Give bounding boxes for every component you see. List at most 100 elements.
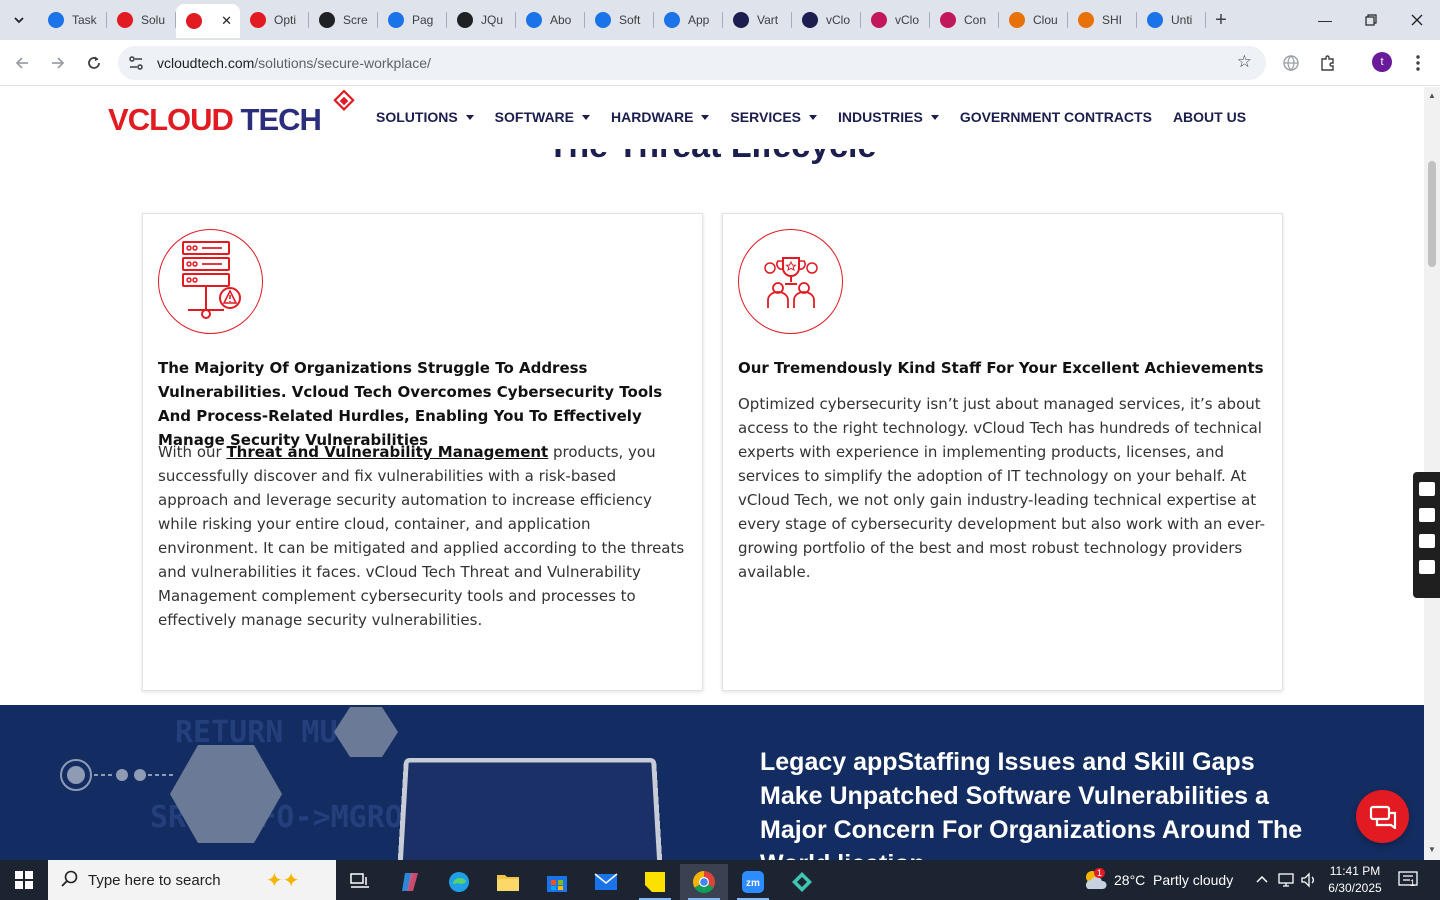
- copilot-app-button[interactable]: [386, 864, 434, 900]
- tab-title: Solu: [141, 13, 166, 27]
- app-diamond-button[interactable]: [778, 864, 826, 900]
- address-bar[interactable]: vcloudtech.com/solutions/secure-workplac…: [118, 46, 1266, 80]
- network-button[interactable]: [1278, 860, 1296, 900]
- zoom-app-button[interactable]: zm: [729, 864, 777, 900]
- minimize-icon: —: [1318, 12, 1332, 28]
- browser-tab[interactable]: Scre: [309, 6, 378, 34]
- sticky-notes-button[interactable]: [631, 864, 679, 900]
- close-window-button[interactable]: [1394, 0, 1440, 40]
- tab-favicon-icon: [664, 12, 680, 28]
- weather-badge: 1: [1094, 868, 1106, 878]
- back-button[interactable]: [9, 50, 35, 76]
- edge-app-button[interactable]: [435, 864, 483, 900]
- threat-vulnerability-management-link[interactable]: Threat and Vulnerability Management: [226, 443, 548, 461]
- browser-menu-button[interactable]: [1405, 50, 1431, 76]
- browser-tab[interactable]: Vart: [723, 6, 792, 34]
- nav-item-services[interactable]: SERVICES: [730, 109, 818, 125]
- translate-button[interactable]: [1278, 50, 1304, 76]
- tab-search-button[interactable]: [6, 8, 32, 32]
- tab-close-icon[interactable]: ✕: [221, 13, 232, 29]
- scroll-up-arrow-icon[interactable]: ▲: [1428, 91, 1436, 100]
- tab-title: Abo: [550, 13, 572, 27]
- restore-button[interactable]: [1348, 0, 1394, 40]
- card-heading: The Majority Of Organizations Struggle T…: [158, 359, 663, 449]
- volume-button[interactable]: [1300, 860, 1318, 900]
- logo-diamond-icon: [333, 89, 355, 112]
- browser-tab[interactable]: JQu: [447, 6, 516, 34]
- browser-tab[interactable]: vClo: [792, 6, 861, 34]
- close-icon: [1411, 14, 1423, 26]
- browser-tab[interactable]: Soft: [585, 6, 654, 34]
- taskbar-search-box[interactable]: Type here to search ✦✦: [48, 860, 336, 900]
- nav-item-label: SERVICES: [730, 109, 802, 125]
- nav-item-government-contracts[interactable]: GOVERNMENT CONTRACTS: [960, 109, 1152, 125]
- system-clock[interactable]: 11:41 PM 6/30/2025: [1320, 863, 1390, 897]
- nav-item-software[interactable]: SOFTWARE: [495, 109, 591, 125]
- site-info-icon[interactable]: [127, 54, 145, 77]
- camera-icon[interactable]: [1418, 482, 1435, 496]
- tab-title: Unti: [1171, 13, 1193, 27]
- browser-tab[interactable]: Con: [930, 6, 999, 34]
- chat-button[interactable]: [1356, 790, 1409, 843]
- tab-title: Scre: [343, 13, 368, 27]
- nav-item-about-us[interactable]: ABOUT US: [1173, 109, 1246, 125]
- extensions-button[interactable]: [1315, 50, 1341, 76]
- tab-favicon-icon: [802, 12, 818, 28]
- start-button[interactable]: [0, 860, 48, 900]
- taskbar-search-placeholder: Type here to search: [88, 871, 221, 889]
- forward-button[interactable]: [45, 50, 71, 76]
- tab-favicon-icon: [388, 12, 404, 28]
- profile-avatar[interactable]: t: [1372, 52, 1392, 72]
- zoom-icon: zm: [742, 871, 764, 893]
- chrome-app-button[interactable]: [680, 864, 728, 900]
- tab-favicon-icon: [457, 12, 473, 28]
- show-hidden-icons-button[interactable]: [1255, 860, 1269, 900]
- weather-widget[interactable]: 1 28°C Partly cloudy: [1082, 860, 1233, 900]
- scrollbar-thumb[interactable]: [1428, 161, 1436, 267]
- logo-cloud: CLOUD: [127, 102, 234, 137]
- browser-tab[interactable]: Solu: [107, 6, 176, 34]
- browser-tab[interactable]: Opti: [240, 6, 309, 34]
- window-icon[interactable]: [1418, 534, 1435, 548]
- tab-favicon-icon: [117, 12, 133, 28]
- video-icon[interactable]: [1418, 508, 1435, 522]
- new-tab-button[interactable]: +: [1206, 6, 1236, 34]
- nav-item-industries[interactable]: INDUSTRIES: [838, 109, 939, 125]
- browser-tab[interactable]: Task: [38, 6, 107, 34]
- svg-text:zm: zm: [746, 878, 760, 889]
- scroll-down-arrow-icon[interactable]: ▼: [1428, 845, 1436, 854]
- nav-item-hardware[interactable]: HARDWARE: [611, 109, 710, 125]
- file-explorer-button[interactable]: [484, 864, 532, 900]
- mail-app-button[interactable]: [582, 864, 630, 900]
- reload-button[interactable]: [81, 50, 107, 76]
- restore-icon: [1365, 14, 1377, 26]
- copilot-icon: [402, 873, 418, 891]
- browser-tab[interactable]: Abo: [516, 6, 585, 34]
- browser-tab[interactable]: Clou: [999, 6, 1068, 34]
- card-body: With our Threat and Vulnerability Manage…: [158, 440, 688, 632]
- notifications-button[interactable]: 1: [1398, 860, 1418, 900]
- browser-tab[interactable]: Unti: [1137, 6, 1206, 34]
- browser-tab[interactable]: vClo: [861, 6, 930, 34]
- chat-bubbles-icon: [1369, 805, 1396, 829]
- trophy-team-icon: [738, 229, 843, 334]
- browser-tab[interactable]: App: [654, 6, 723, 34]
- tab-title: Vart: [757, 13, 779, 27]
- tab-favicon-icon: [48, 12, 64, 28]
- browser-tab-active[interactable]: ✕: [176, 4, 240, 38]
- nav-item-solutions[interactable]: SOLUTIONS: [376, 109, 474, 125]
- vcloud-tech-logo[interactable]: VCLOUD TECH: [108, 89, 356, 137]
- arrow-left-icon: [15, 57, 28, 69]
- browser-tab[interactable]: SHI: [1068, 6, 1137, 34]
- browser-tab[interactable]: Pag: [378, 6, 447, 34]
- tab-favicon-icon: [526, 12, 542, 28]
- microsoft-store-button[interactable]: [533, 864, 581, 900]
- windows-logo-icon: [15, 871, 33, 889]
- settings-gear-icon[interactable]: [1418, 560, 1435, 574]
- web-page: VCLOUD TECH SOLUTIONS SOFTWARE HARDWARE SER…: [0, 87, 1424, 860]
- task-view-button[interactable]: [336, 864, 384, 900]
- card-body-suffix: products, you successfully discover and …: [158, 443, 685, 629]
- bookmark-star-icon[interactable]: ☆: [1237, 52, 1252, 72]
- capture-side-toolbar: [1413, 472, 1440, 598]
- minimize-button[interactable]: —: [1302, 0, 1348, 40]
